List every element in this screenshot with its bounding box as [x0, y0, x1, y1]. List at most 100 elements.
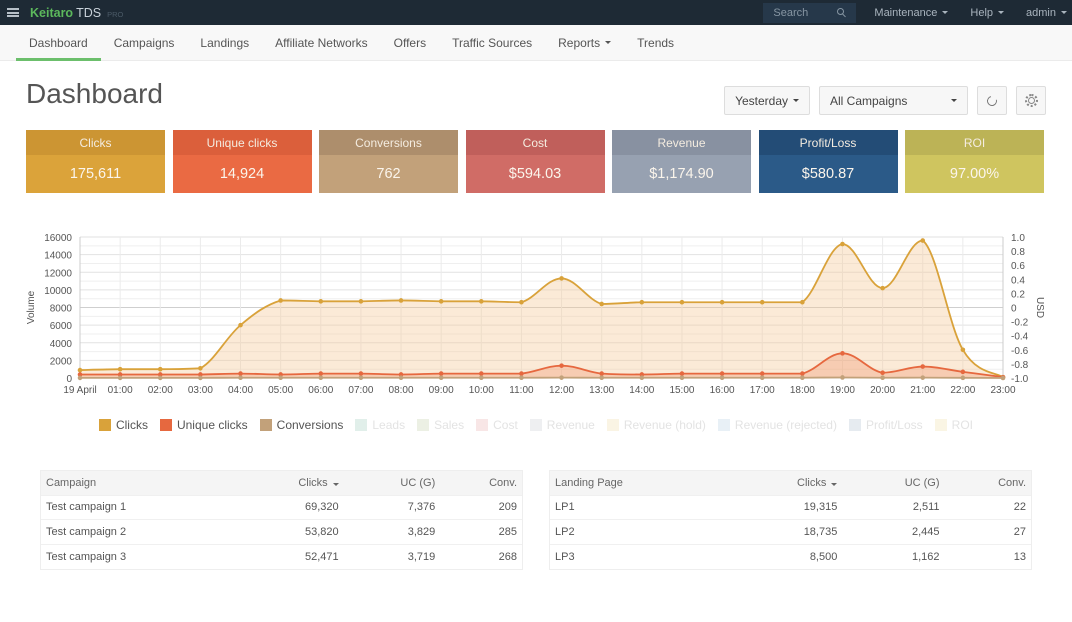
nav-affiliate-networks[interactable]: Affiliate Networks: [262, 25, 380, 60]
maintenance-menu[interactable]: Maintenance: [874, 7, 949, 19]
nav-reports[interactable]: Reports: [545, 25, 624, 60]
legend-item-revenue-rejected[interactable]: Revenue (rejected): [717, 418, 837, 432]
y-right-tick-label: -0.8: [1011, 360, 1029, 371]
table-cell: 7,376: [343, 494, 441, 520]
legend-swatch: [159, 419, 172, 431]
y-right-tick-label: 0.2: [1011, 289, 1025, 300]
y-right-tick-label: -0.2: [1011, 318, 1029, 329]
sort-caret-icon: [831, 482, 838, 486]
legend-item-revenue-hold[interactable]: Revenue (hold): [606, 418, 706, 432]
table-cell: 22: [944, 494, 1031, 520]
help-menu[interactable]: Help: [970, 7, 1005, 19]
refresh-button[interactable]: [977, 86, 1007, 115]
table-row[interactable]: Test campaign 1 69,320 7,376 209: [41, 494, 522, 520]
period-dropdown[interactable]: Yesterday: [724, 86, 810, 115]
x-tick-label: 19:00: [830, 385, 855, 396]
table-cell: LP3: [550, 543, 728, 569]
legend-item-leads[interactable]: Leads: [355, 418, 405, 432]
nav-dashboard[interactable]: Dashboard: [16, 25, 101, 61]
table-cell: 13: [944, 543, 1031, 569]
col-conv[interactable]: Conv.: [944, 471, 1031, 495]
table-cell: 1,162: [842, 543, 945, 569]
user-menu[interactable]: admin: [1026, 7, 1067, 19]
x-tick-label: 07:00: [348, 385, 373, 396]
table-row[interactable]: LP1 19,315 2,511 22: [550, 494, 1031, 520]
data-point-conversions: [238, 375, 243, 381]
x-tick-label: 21:00: [910, 385, 935, 396]
data-point-clicks: [559, 276, 564, 281]
legend-item-roi[interactable]: ROI: [934, 418, 974, 432]
campaign-filter-select[interactable]: All Campaigns: [819, 86, 968, 115]
legend-item-sales[interactable]: Sales: [417, 418, 464, 432]
legend-item-revenue[interactable]: Revenue: [529, 418, 595, 432]
y-right-tick-label: -0.4: [1011, 332, 1029, 343]
legend-label: ROI: [951, 418, 974, 432]
y-tick-label: 16000: [44, 233, 72, 244]
nav-campaigns[interactable]: Campaigns: [101, 25, 188, 60]
nav-label: Trends: [637, 35, 675, 50]
legend-item-conversions[interactable]: Conversions: [259, 418, 343, 432]
legend-item-clicks[interactable]: Clicks: [98, 418, 148, 432]
stat-card-unique-clicks: Unique clicks 14,924: [172, 130, 312, 193]
col-conv[interactable]: Conv.: [440, 471, 522, 495]
table-cell: 8,500: [727, 543, 843, 569]
nav-traffic-sources[interactable]: Traffic Sources: [439, 25, 545, 60]
legend-swatch: [476, 419, 489, 431]
col-uc[interactable]: UC (G): [842, 471, 945, 495]
y-right-tick-label: 0: [1011, 304, 1017, 315]
data-point-conversions: [1000, 375, 1006, 381]
legend-item-unique-clicks[interactable]: Unique clicks: [159, 418, 248, 432]
data-point-unique-clicks: [719, 371, 725, 376]
chart-legend: Clicks Unique clicks Conversions Leads Sales…: [0, 418, 1072, 432]
x-tick-label: 11:00: [509, 385, 534, 396]
legend-item-profit-loss[interactable]: Profit/Loss: [848, 418, 923, 432]
nav-label: Offers: [393, 35, 427, 50]
table-row[interactable]: Test campaign 2 53,820 3,829 285: [41, 519, 522, 544]
landings-table: Landing Page Clicks UC (G) Conv. LP1 19,3…: [549, 470, 1032, 570]
search-input[interactable]: [773, 6, 834, 19]
settings-button[interactable]: [1016, 86, 1046, 115]
stat-card-value: $594.03: [465, 155, 605, 193]
data-point-clicks: [880, 285, 885, 291]
data-point-clicks: [398, 298, 404, 303]
legend-swatch: [848, 419, 861, 431]
brand-name: Keitaro: [30, 5, 74, 20]
page-header: Dashboard Yesterday All Campaigns: [0, 61, 1072, 129]
legend-label: Leads: [372, 418, 406, 432]
y-tick-label: 12000: [44, 268, 72, 279]
stat-card-value: 97.00%: [905, 155, 1044, 193]
legend-item-cost[interactable]: Cost: [476, 418, 518, 432]
table-cell: LP2: [550, 519, 728, 544]
brand-logo[interactable]: Keitaro TDS PRO: [30, 6, 123, 20]
y-tick-label: 14000: [44, 251, 72, 262]
data-point-conversions: [519, 375, 524, 381]
col-clicks[interactable]: Clicks: [235, 471, 344, 495]
col-landing-page[interactable]: Landing Page: [550, 471, 728, 495]
hamburger-menu-icon[interactable]: [7, 8, 19, 17]
col-clicks[interactable]: Clicks: [727, 471, 843, 495]
caret-down-icon: [605, 41, 612, 44]
nav-trends[interactable]: Trends: [624, 25, 687, 60]
data-point-clicks: [479, 299, 484, 304]
search-icon[interactable]: [837, 8, 846, 17]
col-campaign[interactable]: Campaign: [41, 471, 236, 495]
data-point-clicks: [519, 299, 524, 305]
table-row[interactable]: LP2 18,735 2,445 27: [550, 519, 1031, 544]
nav-offers[interactable]: Offers: [381, 25, 439, 60]
data-point-unique-clicks: [679, 371, 685, 376]
table-row[interactable]: Test campaign 3 52,471 3,719 268: [41, 543, 522, 569]
y-tick-label: 10000: [44, 286, 72, 297]
table-cell: 18,735: [727, 519, 843, 544]
x-tick-label: 22:00: [950, 385, 975, 396]
data-point-conversions: [960, 375, 966, 381]
table-cell: 2,445: [842, 519, 945, 544]
stat-card-label: Clicks: [26, 130, 165, 155]
nav-landings[interactable]: Landings: [187, 25, 262, 60]
data-point-unique-clicks: [880, 370, 885, 376]
data-point-clicks: [840, 241, 845, 247]
data-point-conversions: [398, 375, 404, 381]
data-point-clicks: [358, 299, 364, 304]
nav-label: Traffic Sources: [452, 35, 533, 50]
table-row[interactable]: LP3 8,500 1,162 13: [550, 543, 1031, 569]
col-uc[interactable]: UC (G): [343, 471, 441, 495]
